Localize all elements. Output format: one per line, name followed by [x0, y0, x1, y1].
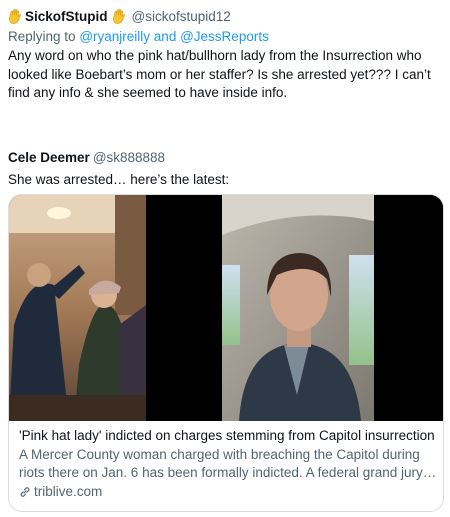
user-handle[interactable]: @sk888888 [93, 150, 165, 165]
card-media[interactable] [9, 195, 443, 421]
tweet-text: Any word on who the pink hat/bullhorn la… [8, 48, 431, 100]
tweet-text: She was arrested… here’s the latest: [8, 172, 230, 187]
user-handle[interactable]: @sickofstupid12 [132, 9, 231, 24]
mention-link[interactable]: @JessReports [180, 29, 269, 44]
card-description: A Mercer County woman charged with breac… [19, 447, 437, 480]
reply-tweet: SickofStupid @sickofstupid12 Replying to… [8, 6, 444, 103]
raised-hand-icon [112, 8, 126, 24]
raised-hand-icon [8, 8, 22, 24]
link-icon [20, 487, 30, 497]
replying-to-line: Replying to @ryanjreilly and @JessReport… [8, 28, 444, 46]
card-image [9, 195, 443, 421]
card-domain-row[interactable]: triblive.com [19, 483, 439, 501]
replying-to-label: Replying to [8, 29, 76, 44]
card-domain[interactable]: triblive.com [34, 483, 102, 501]
tweet-header: Cele Deemer @sk888888 [8, 147, 444, 167]
mention-and: and [153, 29, 177, 44]
link-preview-card[interactable]: 'Pink hat lady' indicted on charges stem… [8, 194, 444, 512]
display-name[interactable]: Cele Deemer [8, 150, 90, 165]
card-title[interactable]: 'Pink hat lady' indicted on charges stem… [19, 427, 439, 445]
display-name[interactable]: SickofStupid [25, 9, 108, 24]
tweet-header: SickofStupid @sickofstupid12 [8, 6, 444, 26]
mention-link[interactable]: @ryanjreilly [79, 29, 150, 44]
answer-tweet: Cele Deemer @sk888888 She was arrested… … [8, 147, 444, 189]
card-text-block[interactable]: 'Pink hat lady' indicted on charges stem… [19, 427, 439, 501]
